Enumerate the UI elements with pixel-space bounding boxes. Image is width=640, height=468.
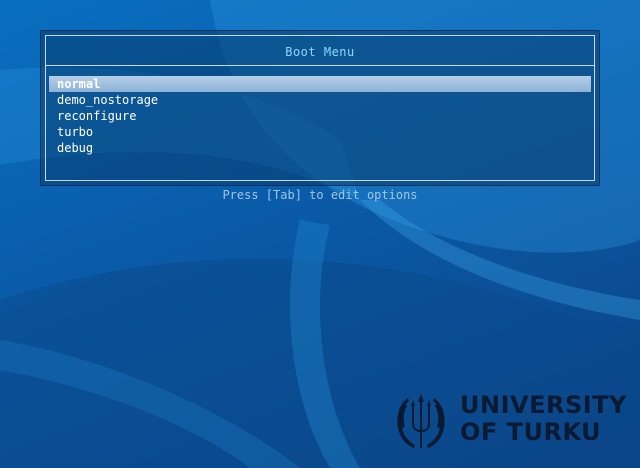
logo-line-2: OF TURKU: [460, 418, 602, 446]
university-logo: UNIVERSITY OF TURKU: [394, 390, 626, 452]
boot-option-turbo[interactable]: turbo: [49, 124, 591, 140]
title-separator: [46, 65, 594, 66]
boot-menu-frame: Boot Menu normal demo_nostorage reconfig…: [45, 35, 595, 181]
boot-options-list: normal demo_nostorage reconfigure turbo …: [49, 76, 591, 156]
boot-option-debug[interactable]: debug: [49, 140, 591, 156]
logo-line-1: UNIVERSITY: [460, 391, 627, 419]
logo-wordmark: UNIVERSITY OF TURKU: [460, 392, 627, 446]
edit-options-hint: Press [Tab] to edit options: [222, 188, 418, 202]
boot-option-normal[interactable]: normal: [49, 76, 591, 92]
boot-option-reconfigure[interactable]: reconfigure: [49, 108, 591, 124]
boot-menu-window: Boot Menu normal demo_nostorage reconfig…: [40, 30, 600, 186]
trident-wings-emblem-icon: [397, 394, 445, 448]
boot-option-demo-nostorage[interactable]: demo_nostorage: [49, 92, 591, 108]
menu-title: Boot Menu: [285, 45, 355, 59]
